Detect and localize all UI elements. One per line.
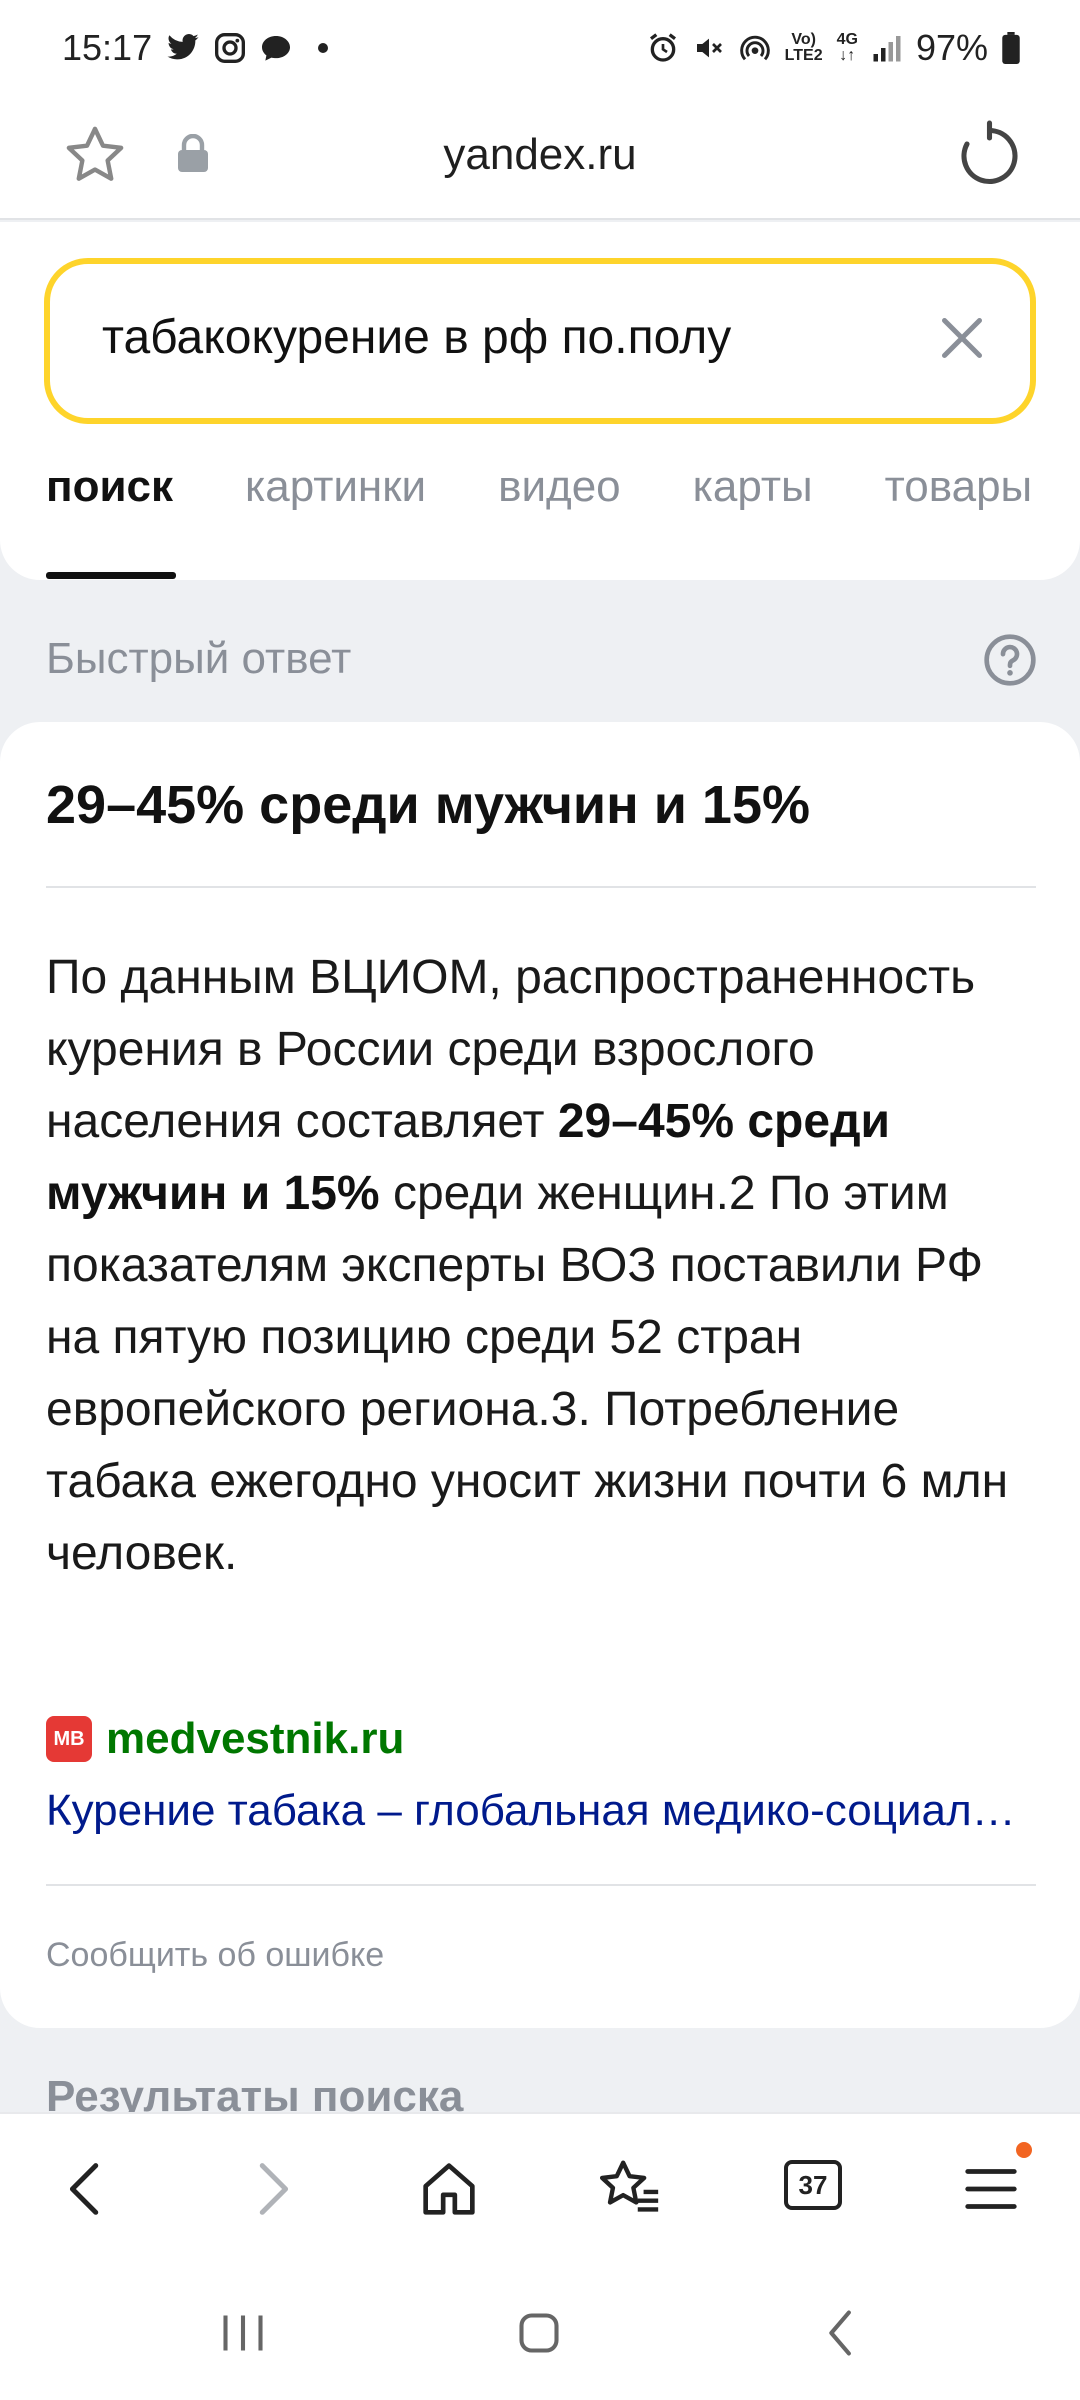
tabs-count-button[interactable]: 37 <box>784 2160 842 2210</box>
quick-answer-card: 29–45% среди мужчин и 15% По данным ВЦИО… <box>0 722 1080 2028</box>
back-arrow-icon <box>829 2310 851 2356</box>
system-back-button[interactable] <box>808 2298 878 2368</box>
forward-button[interactable] <box>236 2154 306 2224</box>
menu-button[interactable] <box>956 2154 1026 2224</box>
help-button[interactable] <box>982 632 1038 688</box>
search-tabs: поиск картинки видео карты товары <box>46 462 1080 522</box>
divider <box>46 886 1036 888</box>
reload-icon <box>961 120 1018 185</box>
battery-percent: 97% <box>915 27 988 68</box>
report-error-link[interactable]: Сообщить об ошибке <box>46 1936 384 1975</box>
clear-search-button[interactable] <box>932 308 992 368</box>
chevron-right-icon <box>259 2163 289 2215</box>
alarm-icon <box>647 32 679 64</box>
hamburger-menu-icon <box>965 2169 1017 2209</box>
browser-address-bar: yandex.ru <box>0 96 1080 220</box>
answer-title: 29–45% среди мужчин и 15% <box>46 775 811 835</box>
signal-icon <box>872 33 902 63</box>
home-icon <box>423 2163 475 2215</box>
tab-maps[interactable]: карты <box>693 462 813 522</box>
browser-toolbar: 37 <box>0 2112 1080 2262</box>
system-navigation-bar <box>0 2262 1080 2400</box>
star-list-icon <box>599 2160 659 2212</box>
divider <box>46 1884 1036 1886</box>
answer-text: По данным ВЦИОМ, распространенность куре… <box>46 951 1009 1580</box>
reload-button[interactable] <box>952 120 1024 192</box>
tab-products[interactable]: товары <box>885 462 1033 522</box>
menu-notification-badge <box>1016 2142 1032 2158</box>
source-title-link[interactable]: Курение табака – глобальная медико-социа… <box>46 1786 1038 1836</box>
search-input[interactable]: табакокурение в рф по.полу <box>44 258 1036 424</box>
status-bar: 15:17 Vo) LTE2 4G ↓↑ 97% <box>0 0 1080 96</box>
chat-icon <box>260 33 292 63</box>
chevron-left-icon <box>69 2163 99 2215</box>
volte-indicator: Vo) LTE2 <box>784 31 823 64</box>
tab-video[interactable]: видео <box>498 462 621 522</box>
home-square-icon <box>519 2313 559 2353</box>
page-domain[interactable]: yandex.ru <box>0 130 1080 180</box>
twitter-icon <box>166 33 200 63</box>
close-icon <box>942 318 982 358</box>
recent-apps-button[interactable] <box>208 2298 278 2368</box>
search-query-text[interactable]: табакокурение в рф по.полу <box>102 310 731 365</box>
network-type-indicator: 4G ↓↑ <box>836 31 858 64</box>
system-home-button[interactable] <box>504 2298 574 2368</box>
hotspot-icon <box>739 32 771 64</box>
search-header: табакокурение в рф по.полу поиск картинк… <box>0 222 1080 580</box>
notification-dot-icon <box>318 43 329 53</box>
question-mark-icon <box>984 634 1036 686</box>
tab-images[interactable]: картинки <box>245 462 426 522</box>
instagram-icon <box>214 32 246 64</box>
active-tab-indicator <box>46 572 176 579</box>
source-row[interactable]: МВ medvestnik.ru <box>46 1714 404 1764</box>
battery-icon <box>1002 32 1020 64</box>
mute-icon <box>693 32 725 64</box>
tab-search[interactable]: поиск <box>46 462 173 522</box>
quick-answer-label: Быстрый ответ <box>46 634 352 683</box>
recent-apps-icon <box>223 2315 263 2351</box>
bookmarks-button[interactable] <box>594 2154 664 2224</box>
source-logo: МВ <box>46 1716 92 1762</box>
back-button[interactable] <box>52 2154 122 2224</box>
status-time: 15:17 <box>62 27 153 68</box>
source-domain[interactable]: medvestnik.ru <box>106 1714 404 1764</box>
home-button[interactable] <box>414 2154 484 2224</box>
